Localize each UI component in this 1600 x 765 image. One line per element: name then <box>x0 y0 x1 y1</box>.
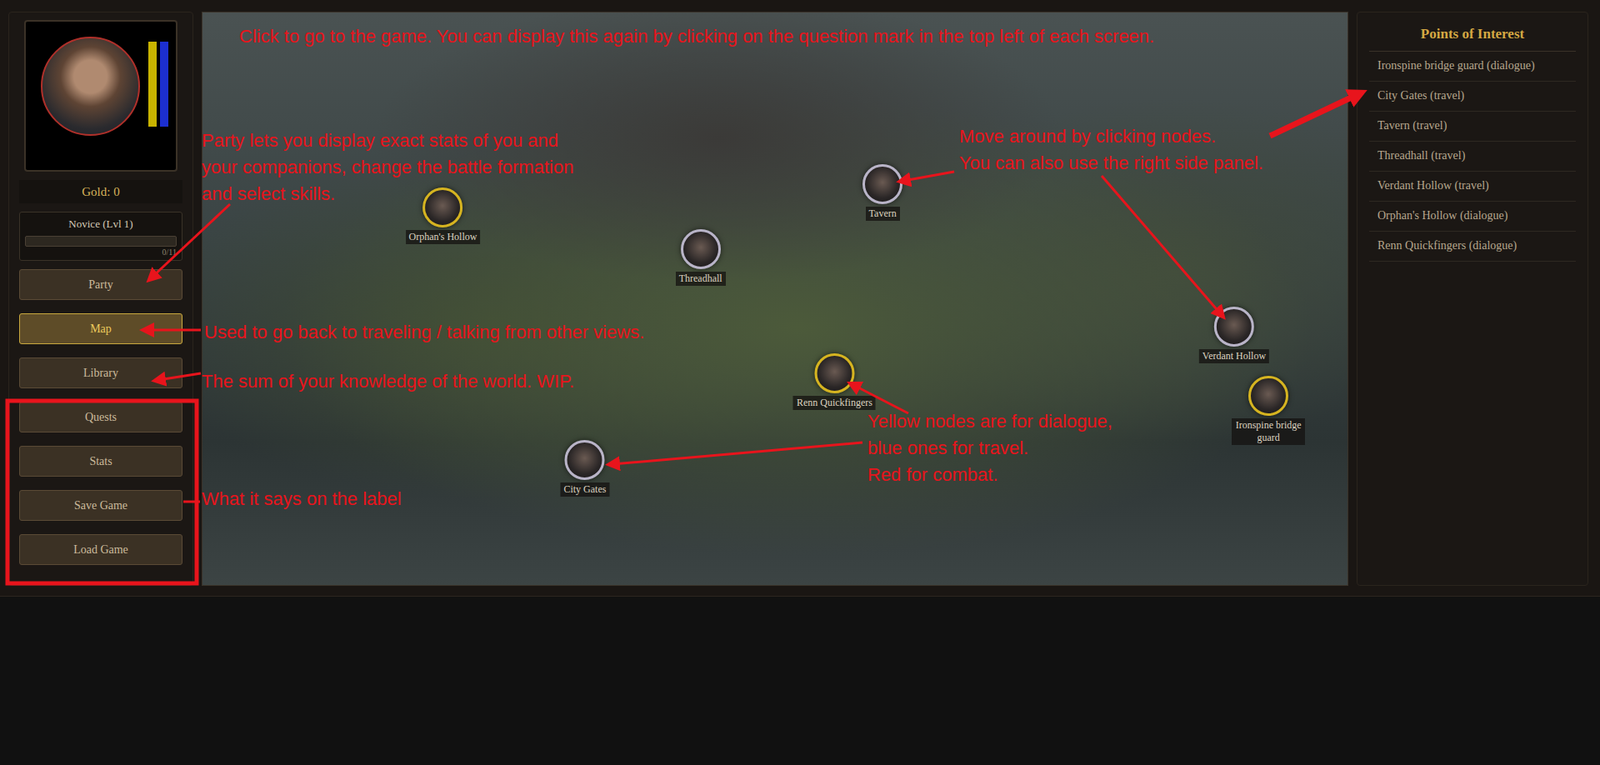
node-icon[interactable] <box>1248 375 1289 416</box>
menu-button[interactable]: Load Game <box>19 534 183 565</box>
annotation: Click to go to the game. You can display… <box>239 23 1155 50</box>
annotation-line: blue ones for travel. <box>867 435 1113 462</box>
poi-item[interactable]: Verdant Hollow (travel) <box>1369 171 1576 202</box>
arrow-icon <box>1270 94 1359 136</box>
level-title: Novice (Lvl 1) <box>25 217 177 231</box>
menu: Party Map Library Quests Stats Save Game Load … <box>19 269 183 565</box>
game-frame: Gold: 0 Novice (Lvl 1) 0/11 Party Map Library… <box>0 0 1600 597</box>
node-label: Threadhall <box>675 271 726 286</box>
menu-button[interactable]: Party <box>19 269 183 300</box>
node-label: City Gates <box>560 482 610 497</box>
annotation: What it says on the label <box>201 485 402 513</box>
map-node[interactable]: Threadhall <box>675 229 726 286</box>
node-icon[interactable] <box>862 164 903 205</box>
node-label: Orphan's Hollow <box>405 230 481 245</box>
node-icon[interactable] <box>423 187 464 228</box>
annotation: Yellow nodes are for dialogue,blue ones … <box>867 408 1113 489</box>
poi-item[interactable]: City Gates (travel) <box>1369 81 1576 112</box>
node-icon[interactable] <box>680 229 721 270</box>
annotation-line: The sum of your knowledge of the world. … <box>201 368 575 395</box>
arrow-icon <box>612 442 863 465</box>
arrow-icon <box>1101 175 1221 315</box>
arrow-icon <box>158 373 201 380</box>
map-node[interactable]: Tavern <box>862 164 903 221</box>
menu-button[interactable]: Save Game <box>19 490 183 521</box>
node-icon[interactable] <box>1214 306 1255 347</box>
node-label: Verdant Hollow <box>1199 349 1270 364</box>
node-icon[interactable] <box>565 440 605 480</box>
menu-button[interactable]: Stats <box>19 445 183 477</box>
poi-item[interactable]: Threadhall (travel) <box>1369 141 1576 172</box>
menu-button[interactable]: Map <box>19 313 183 345</box>
sidebar: Gold: 0 Novice (Lvl 1) 0/11 Party Map Library… <box>8 11 194 586</box>
page: Gold: 0 Novice (Lvl 1) 0/11 Party Map Library… <box>0 0 1600 765</box>
gold-display: Gold: 0 <box>19 180 183 204</box>
annotation: Party lets you display exact stats of yo… <box>201 127 574 208</box>
annotation-line: Used to go back to traveling / talking f… <box>204 319 645 346</box>
level-box: Novice (Lvl 1) 0/11 <box>19 211 183 261</box>
map-node[interactable]: Renn Quickfingers <box>793 353 876 410</box>
vitals <box>148 41 169 127</box>
annotation-line: Red for combat. <box>867 461 1113 489</box>
portrait-image[interactable] <box>40 36 140 136</box>
poi-item[interactable]: Renn Quickfingers (dialogue) <box>1369 231 1576 262</box>
tutorial-overlay[interactable]: Click to go to the game. You can display… <box>0 0 1600 765</box>
node-label: Tavern <box>865 206 900 221</box>
map-node[interactable]: Orphan's Hollow <box>405 187 481 245</box>
annotation-line: your companions, change the battle forma… <box>201 154 574 181</box>
annotation: The sum of your knowledge of the world. … <box>201 368 575 395</box>
arrow-icon <box>146 329 201 332</box>
vital-fill <box>160 41 169 127</box>
arrow-icon <box>903 171 955 181</box>
highlight-box <box>7 400 197 584</box>
arrow-icon <box>853 385 909 414</box>
connector-line <box>183 500 200 504</box>
vital-bar <box>148 41 157 127</box>
xp-reading: 0/11 <box>25 246 177 259</box>
annotation: Used to go back to traveling / talking f… <box>204 319 645 346</box>
node-label: Renn Quickfingers <box>793 395 876 410</box>
map-node[interactable]: City Gates <box>560 440 610 497</box>
annotation-line: Move around by clicking nodes. <box>959 123 1264 150</box>
xp-bar <box>25 235 177 247</box>
annotation-line: What it says on the label <box>201 485 402 513</box>
annotation-line: Party lets you display exact stats of yo… <box>201 127 574 155</box>
arrow-icon <box>151 204 230 278</box>
poi-item[interactable]: Orphan's Hollow (dialogue) <box>1369 201 1576 232</box>
points-of-interest-panel: Points of InterestIronspine bridge guard… <box>1356 11 1589 586</box>
annotation-line: and select skills. <box>201 180 574 208</box>
map-image <box>202 12 1348 585</box>
vital-fill <box>148 41 157 127</box>
annotation-line: Click to go to the game. You can display… <box>239 23 1155 50</box>
arrows-icon <box>0 0 1600 765</box>
vital-bar <box>160 41 169 127</box>
annotation: Move around by clicking nodes.You can al… <box>959 123 1264 177</box>
node-icon[interactable] <box>814 353 855 394</box>
menu-button[interactable]: Quests <box>19 401 183 433</box>
annotation-line: You can also use the right side panel. <box>959 150 1264 177</box>
map-node[interactable]: Ironspine bridge guard <box>1231 375 1305 445</box>
panel-title: Points of Interest <box>1369 22 1576 52</box>
poi-item[interactable]: Ironspine bridge guard (dialogue) <box>1369 51 1576 82</box>
node-label: Ironspine bridge guard <box>1231 418 1305 445</box>
map-node[interactable]: Verdant Hollow <box>1199 306 1270 364</box>
map-view[interactable]: Orphan's Hollow Threadhall Tavern Verdant H… <box>201 11 1349 586</box>
menu-button[interactable]: Library <box>19 357 183 389</box>
poi-item[interactable]: Tavern (travel) <box>1369 111 1576 142</box>
annotation-line: Yellow nodes are for dialogue, <box>867 408 1113 435</box>
portrait-box <box>24 20 178 172</box>
